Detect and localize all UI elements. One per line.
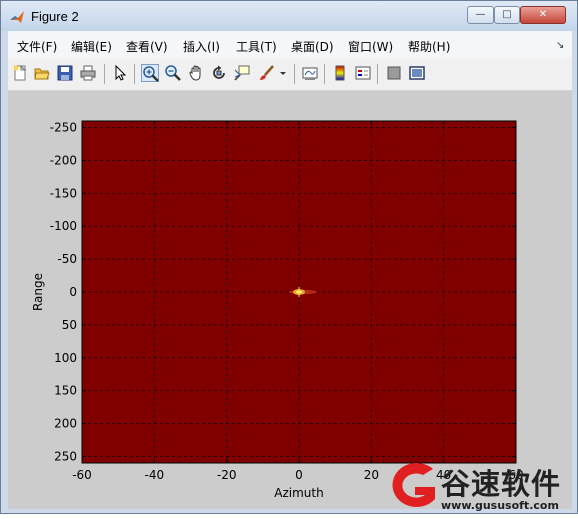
- zoom-in-icon[interactable]: [141, 64, 159, 82]
- y-tick-label: -100: [50, 219, 77, 233]
- menu-file[interactable]: 文件(F): [17, 38, 57, 55]
- y-tick-label: 0: [69, 285, 77, 299]
- y-tick-label: -250: [50, 121, 77, 135]
- y-tick-label: 100: [54, 351, 77, 365]
- brush-icon[interactable]: [257, 64, 275, 82]
- figure-client-area: 文件(F) 编辑(E) 查看(V) 插入(I) 工具(T) 桌面(D) 窗口(W…: [8, 31, 572, 509]
- brush-dropdown-icon[interactable]: [278, 64, 288, 82]
- window-title: Figure 2: [31, 9, 79, 24]
- figure-toolbar: [8, 58, 572, 91]
- y-tick-label: 50: [62, 318, 77, 332]
- link-plot-icon[interactable]: [301, 64, 319, 82]
- watermark-text: 谷速软件: [441, 467, 562, 501]
- menu-edit[interactable]: 编辑(E): [71, 38, 112, 55]
- rotate-3d-icon[interactable]: [210, 64, 228, 82]
- save-icon[interactable]: [56, 64, 74, 82]
- menu-bar: 文件(F) 编辑(E) 查看(V) 插入(I) 工具(T) 桌面(D) 窗口(W…: [8, 31, 572, 58]
- hide-plot-tools-icon[interactable]: [385, 64, 403, 82]
- x-tick-label: -40: [145, 468, 165, 482]
- minimize-button[interactable]: —: [467, 6, 494, 24]
- menu-help[interactable]: 帮助(H): [408, 38, 450, 55]
- toolbar-separator: [324, 64, 325, 84]
- new-figure-icon[interactable]: [11, 64, 29, 82]
- menu-view[interactable]: 查看(V): [126, 38, 168, 55]
- matlab-logo-icon: [10, 11, 24, 23]
- x-axis-label: Azimuth: [274, 486, 323, 500]
- figure-window: Figure 2 — □ ✕ 文件(F) 编辑(E) 查看(V) 插入(I) 工…: [0, 0, 578, 514]
- pan-hand-icon[interactable]: [187, 64, 205, 82]
- menu-window[interactable]: 窗口(W): [348, 38, 393, 55]
- watermark-url: www.gususoft.com: [441, 499, 559, 512]
- menubar-overflow-icon[interactable]: ↘: [556, 40, 564, 51]
- toolbar-separator: [134, 64, 135, 84]
- zoom-out-icon[interactable]: [164, 64, 182, 82]
- x-tick-label: 20: [364, 468, 379, 482]
- y-tick-label: -200: [50, 153, 77, 167]
- toolbar-separator: [377, 64, 378, 84]
- show-plot-tools-icon[interactable]: [408, 64, 426, 82]
- x-tick-label: -20: [217, 468, 237, 482]
- menu-tools[interactable]: 工具(T): [236, 38, 277, 55]
- maximize-button[interactable]: □: [494, 6, 520, 24]
- g-logo-icon: [392, 462, 435, 507]
- y-tick-label: 150: [54, 384, 77, 398]
- print-icon[interactable]: [79, 64, 97, 82]
- toolbar-separator: [294, 64, 295, 84]
- title-bar[interactable]: Figure 2 — □ ✕: [1, 1, 577, 31]
- y-tick-label: 200: [54, 417, 77, 431]
- toolbar-separator: [104, 64, 105, 84]
- x-tick-label: -60: [72, 468, 92, 482]
- y-tick-label: -150: [50, 186, 77, 200]
- heatmap-plot[interactable]: -60 -40 -20 0 20 40 60-250-200-150-100-5005010…: [8, 91, 572, 509]
- insert-legend-icon[interactable]: [354, 64, 372, 82]
- x-tick-label: 0: [295, 468, 303, 482]
- figure-canvas: -60 -40 -20 0 20 40 60 -250 -200 -150 -100 -50 0 50 10…: [8, 91, 572, 509]
- data-cursor-icon[interactable]: [233, 64, 251, 82]
- y-tick-label: -50: [57, 252, 77, 266]
- menu-insert[interactable]: 插入(I): [183, 38, 220, 55]
- insert-colorbar-icon[interactable]: [331, 64, 349, 82]
- menu-desktop[interactable]: 桌面(D): [291, 38, 334, 55]
- y-axis-label: Range: [31, 273, 45, 311]
- open-file-icon[interactable]: [33, 64, 51, 82]
- close-button[interactable]: ✕: [520, 6, 566, 24]
- y-tick-label: 250: [54, 449, 77, 463]
- edit-plot-arrow-icon[interactable]: [111, 64, 129, 82]
